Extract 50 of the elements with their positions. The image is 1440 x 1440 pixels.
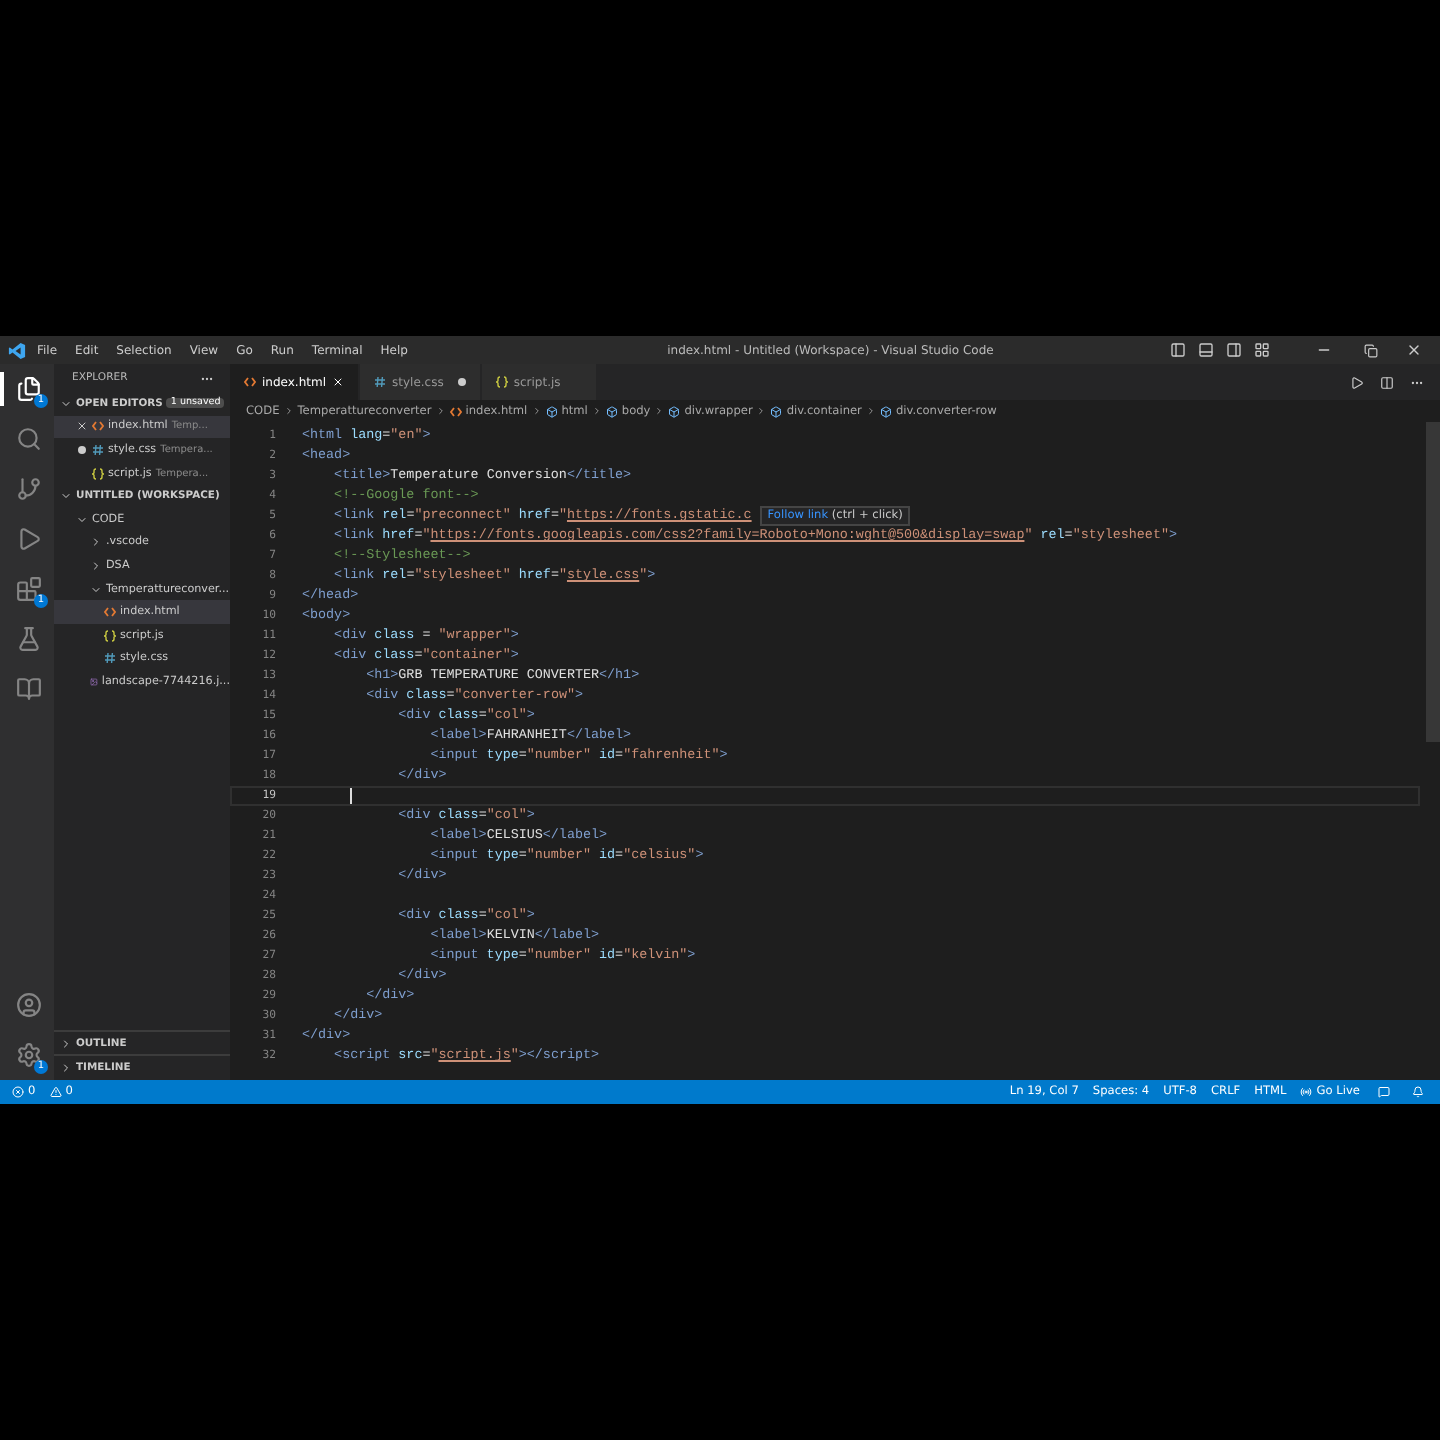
feedback-icon[interactable] [1374,1086,1394,1098]
play-icon[interactable] [16,526,42,552]
bell-icon[interactable] [1408,1086,1428,1098]
chevron-icon [60,397,72,410]
close-icon[interactable] [75,420,87,433]
panel-right-icon[interactable] [1222,342,1246,358]
braces-icon [104,629,116,642]
braces-icon [495,376,508,388]
broadcast-icon [1300,1086,1313,1098]
blocks-icon[interactable] [16,576,42,602]
dot-icon [457,378,466,386]
app-logo-icon [8,341,26,359]
split-icon[interactable] [1376,375,1398,389]
text-cursor [350,788,353,804]
search-icon[interactable] [16,426,42,452]
settings-icon[interactable] [16,1042,42,1068]
branch-icon[interactable] [16,476,42,502]
layout-icon[interactable] [1250,342,1274,358]
cube-icon [668,405,681,417]
code-brackets-icon [244,376,256,388]
account-icon[interactable] [16,992,42,1018]
cube-icon [879,405,892,417]
chevron-icon [435,406,446,416]
hash-icon [92,443,104,456]
warning-icon [49,1086,62,1098]
image-icon [90,675,98,688]
error-icon [12,1086,24,1098]
hash-icon [104,652,116,665]
chevron-icon [531,406,542,416]
panel-left-icon[interactable] [1166,342,1190,358]
scrollbar-thumb[interactable] [1426,422,1440,742]
code-brackets-icon [104,606,116,619]
cube-icon [770,405,783,417]
book-icon[interactable] [16,676,42,702]
code-brackets-icon [449,405,462,417]
flask-icon[interactable] [16,626,42,652]
dot-icon [77,445,85,454]
chevron-icon [756,406,767,416]
panel-bottom-icon[interactable] [1194,342,1218,358]
chevron-icon [865,406,876,416]
chevron-icon [654,406,665,416]
files-icon[interactable] [16,376,42,402]
cube-icon [605,405,618,417]
chevron-icon [283,406,294,416]
play-icon[interactable] [1346,375,1368,389]
code-brackets-icon [92,420,104,433]
braces-icon [92,467,104,480]
chevron-icon [591,406,602,416]
cube-icon [545,405,558,417]
hash-icon [374,376,386,388]
